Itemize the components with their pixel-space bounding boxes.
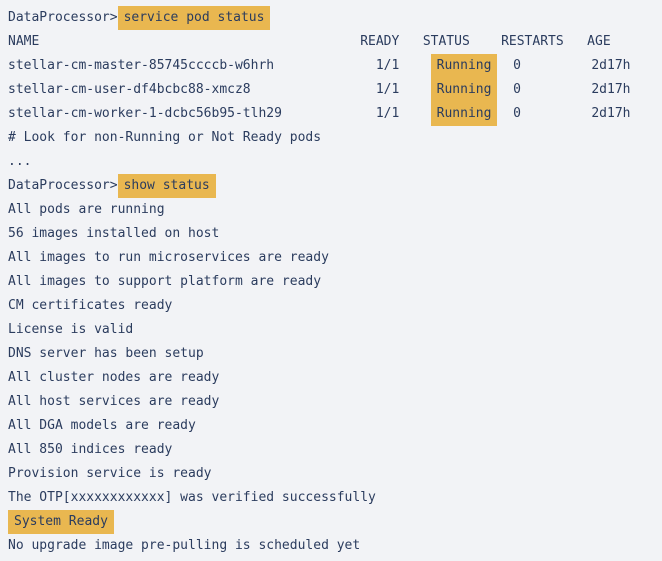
status-message-text: 56 images installed on host <box>8 226 219 241</box>
status-running-highlight: Running <box>431 78 498 102</box>
status-message-text: DNS server has been setup <box>8 346 204 361</box>
pod-name-and-ready: stellar-cm-worker-1-dcbc56b95-tlh29 1/1 <box>8 106 431 121</box>
pod-table-row: stellar-cm-master-85745ccccb-w6hrh 1/1 R… <box>8 54 662 78</box>
pod-restarts-and-age: 0 2d17h <box>497 82 630 97</box>
prompt-label: DataProcessor> <box>8 10 118 25</box>
status-message-text: All images to run microservices are read… <box>8 250 329 265</box>
pod-name-and-ready: stellar-cm-user-df4bcbc88-xmcz8 1/1 <box>8 82 431 97</box>
status-message-line: All pods are running <box>8 198 662 222</box>
status-message-line: All images to support platform are ready <box>8 270 662 294</box>
status-message-line: All cluster nodes are ready <box>8 366 662 390</box>
status-message-text: All cluster nodes are ready <box>8 370 219 385</box>
system-ready-highlight: System Ready <box>8 510 114 534</box>
prompt-label: DataProcessor> <box>8 178 118 193</box>
status-message-line: All 850 indices ready <box>8 438 662 462</box>
status-message-text: Provision service is ready <box>8 466 212 481</box>
pod-table-row: stellar-cm-user-df4bcbc88-xmcz8 1/1 Runn… <box>8 78 662 102</box>
status-message-text: All 850 indices ready <box>8 442 172 457</box>
status-message-line: All DGA models are ready <box>8 414 662 438</box>
status-message-line: All images to run microservices are read… <box>8 246 662 270</box>
status-message-text: CM certificates ready <box>8 298 172 313</box>
status-message-text: All pods are running <box>8 202 165 217</box>
status-message-line: License is valid <box>8 318 662 342</box>
command-highlight: show status <box>118 174 216 198</box>
status-message-line: DNS server has been setup <box>8 342 662 366</box>
pod-table-row: stellar-cm-worker-1-dcbc56b95-tlh29 1/1 … <box>8 102 662 126</box>
status-message-line: All host services are ready <box>8 390 662 414</box>
status-message-text: The OTP[xxxxxxxxxxxx] was verified succe… <box>8 490 376 505</box>
pod-name-and-ready: stellar-cm-master-85745ccccb-w6hrh 1/1 <box>8 58 431 73</box>
comment-text: # Look for non-Running or Not Ready pods <box>8 130 321 145</box>
status-message-line: The OTP[xxxxxxxxxxxx] was verified succe… <box>8 486 662 510</box>
command-highlight: service pod status <box>118 6 271 30</box>
status-message-text: All DGA models are ready <box>8 418 196 433</box>
pod-table-header-text: NAME READY STATUS RESTARTS AGE <box>8 34 611 49</box>
ellipsis-line: ... <box>8 150 662 174</box>
status-message-line: No upgrade image pre-pulling is schedule… <box>8 534 662 558</box>
command-line: DataProcessor>show status <box>8 174 662 198</box>
status-message-text: License is valid <box>8 322 133 337</box>
ellipsis-text: ... <box>8 154 31 169</box>
pod-restarts-and-age: 0 2d17h <box>497 106 630 121</box>
status-running-highlight: Running <box>431 102 498 126</box>
command-line: DataProcessor>service pod status <box>8 6 662 30</box>
pod-table-header: NAME READY STATUS RESTARTS AGE <box>8 30 662 54</box>
status-message-text: All host services are ready <box>8 394 219 409</box>
status-message-text: All images to support platform are ready <box>8 274 321 289</box>
system-ready-line: System Ready <box>8 510 662 534</box>
status-message-line: Provision service is ready <box>8 462 662 486</box>
terminal-output[interactable]: DataProcessor>service pod statusNAME REA… <box>0 0 662 561</box>
comment-line: # Look for non-Running or Not Ready pods <box>8 126 662 150</box>
status-message-line: CM certificates ready <box>8 294 662 318</box>
status-running-highlight: Running <box>431 54 498 78</box>
status-message-text: No upgrade image pre-pulling is schedule… <box>8 538 360 553</box>
status-message-line: 56 images installed on host <box>8 222 662 246</box>
pod-restarts-and-age: 0 2d17h <box>497 58 630 73</box>
